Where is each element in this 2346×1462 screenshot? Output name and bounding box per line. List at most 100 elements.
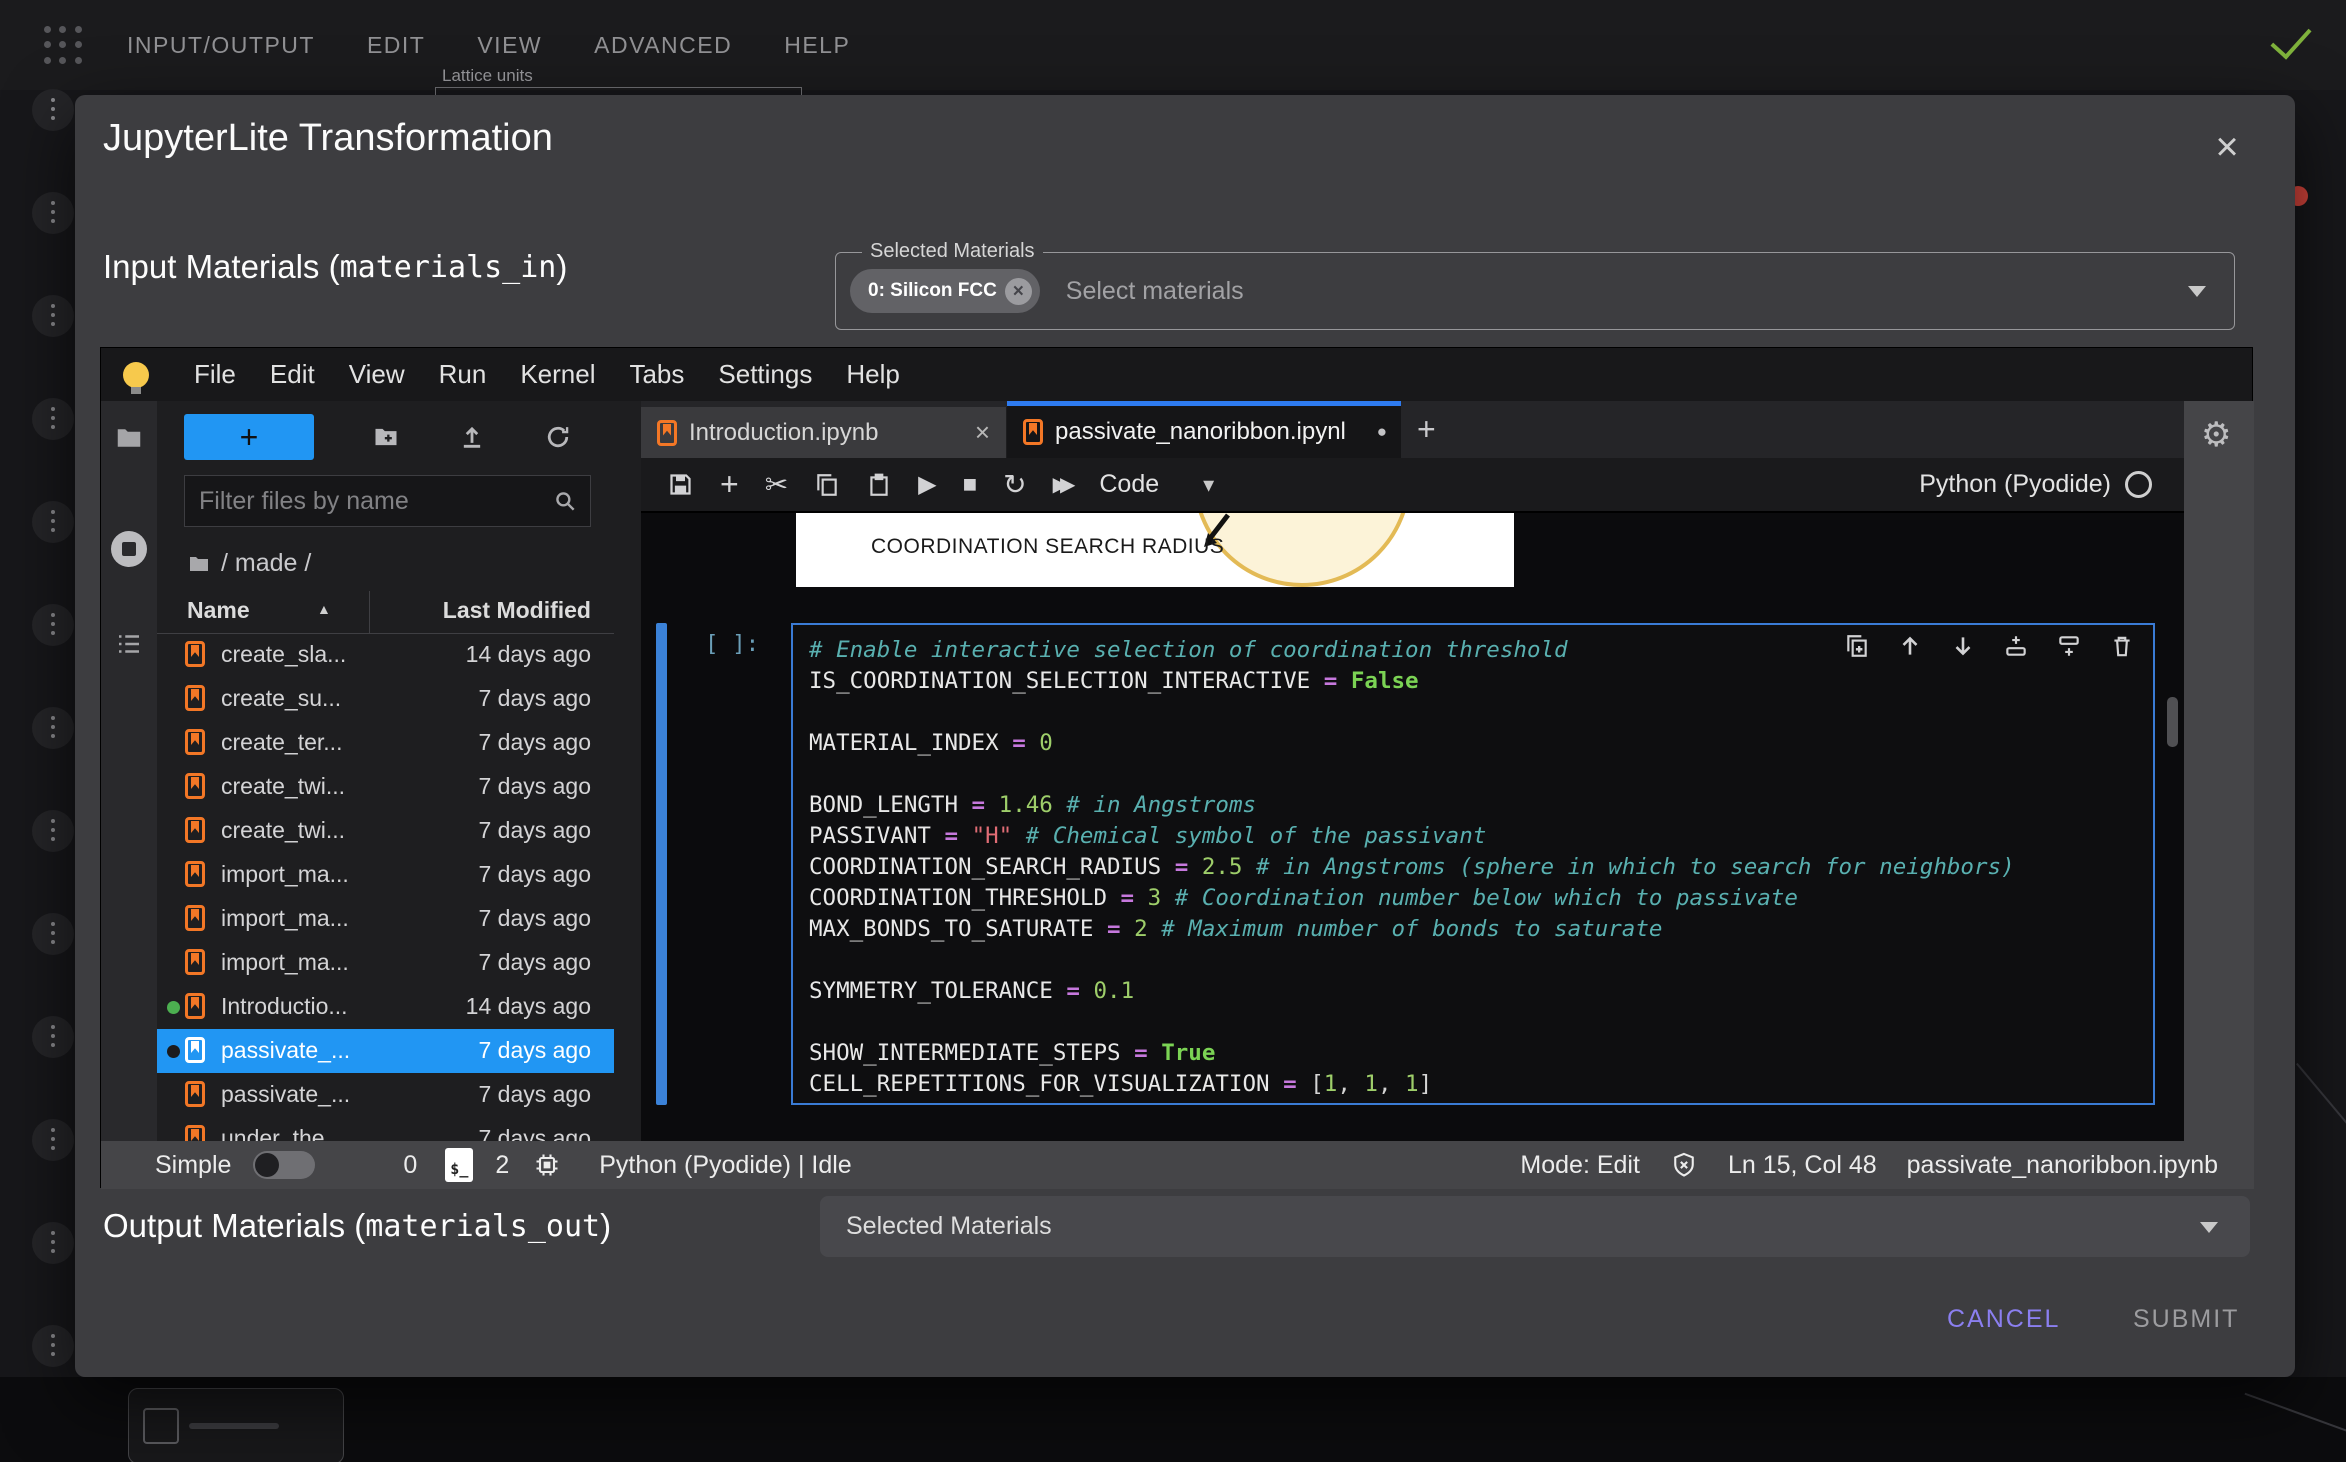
background-node-more-icon[interactable] [32, 501, 74, 543]
cell-collapser[interactable] [656, 623, 667, 1105]
table-of-contents-tab-icon[interactable] [114, 629, 144, 659]
filter-files-input[interactable] [185, 487, 552, 516]
simple-mode-toggle[interactable] [253, 1151, 315, 1179]
jupyter-menu-file[interactable]: File [177, 359, 253, 390]
jupyter-menu-help[interactable]: Help [829, 359, 916, 390]
file-list-item[interactable]: import_ma... 7 days ago [157, 897, 614, 941]
upload-icon[interactable] [458, 423, 486, 451]
file-list-item[interactable]: import_ma... 7 days ago [157, 853, 614, 897]
breadcrumb[interactable]: / made / [187, 549, 311, 578]
insert-cell-above-icon[interactable] [2003, 633, 2029, 659]
background-node-more-icon[interactable] [32, 192, 74, 234]
file-list-item[interactable]: passivate_... 7 days ago [157, 1029, 614, 1073]
jupyter-menu-kernel[interactable]: Kernel [503, 359, 612, 390]
notebook-file-icon [185, 905, 205, 931]
column-name[interactable]: Name [187, 597, 250, 624]
file-list-item[interactable]: passivate_... 7 days ago [157, 1073, 614, 1117]
top-menu-advanced[interactable]: ADVANCED [594, 32, 732, 59]
file-list-item[interactable]: create_twi... 7 days ago [157, 765, 614, 809]
new-launcher-button[interactable]: + [184, 414, 314, 460]
background-node-more-icon[interactable] [32, 913, 74, 955]
cursor-position[interactable]: Ln 15, Col 48 [1728, 1151, 1877, 1180]
running-kernels-tab-icon[interactable] [111, 531, 147, 567]
save-icon[interactable] [667, 470, 694, 500]
restart-run-all-icon[interactable]: ▶▶ [1053, 470, 1068, 500]
cell-type-dropdown[interactable]: Code [1099, 470, 1159, 499]
background-node-more-icon[interactable] [32, 398, 74, 440]
top-menu-view[interactable]: VIEW [477, 32, 542, 59]
tab-introduction[interactable]: Introduction.ipynb × [641, 407, 1007, 458]
file-list-item[interactable]: create_sla... 14 days ago [157, 633, 614, 677]
file-modified: 7 days ago [478, 861, 591, 888]
gear-icon[interactable]: ⚙ [2201, 415, 2231, 455]
background-node-more-icon[interactable] [32, 604, 74, 646]
app-grid-logo-icon[interactable] [44, 26, 84, 66]
column-last-modified[interactable]: Last Modified [443, 597, 591, 624]
chevron-down-icon[interactable] [2188, 286, 2206, 297]
background-node-more-icon[interactable] [32, 89, 74, 131]
background-node-more-icon[interactable] [32, 707, 74, 749]
mode-indicator[interactable]: Mode: Edit [1520, 1151, 1640, 1180]
refresh-icon[interactable] [544, 423, 572, 451]
file-name: passivate_... [221, 1081, 350, 1108]
insert-cell-below-icon[interactable] [2056, 633, 2082, 659]
move-cell-up-icon[interactable] [1897, 633, 1923, 659]
file-list-item[interactable]: under_the... 7 days ago [157, 1117, 614, 1141]
file-list-item[interactable]: import_ma... 7 days ago [157, 941, 614, 985]
kernel-selector[interactable]: Python (Pyodide) [1919, 470, 2152, 499]
selected-materials-select[interactable]: Selected Materials 0: Silicon FCC × Sele… [835, 252, 2235, 330]
shield-x-icon[interactable] [1670, 1151, 1698, 1179]
top-menu-edit[interactable]: EDIT [367, 32, 425, 59]
tab-passivate-nanoribbon[interactable]: passivate_nanoribbon.ipynl ● [1007, 401, 1401, 458]
code-editor[interactable]: # Enable interactive selection of coordi… [791, 623, 2155, 1105]
new-tab-icon[interactable]: + [1417, 411, 1436, 448]
cancel-button[interactable]: CANCEL [1941, 1291, 2066, 1347]
file-browser-tab-icon[interactable] [114, 423, 144, 453]
jupyter-menu-items: FileEditViewRunKernelTabsSettingsHelp [177, 359, 917, 390]
file-list-item[interactable]: create_twi... 7 days ago [157, 809, 614, 853]
background-node-more-icon[interactable] [32, 1119, 74, 1161]
jupyter-menu-edit[interactable]: Edit [253, 359, 332, 390]
jupyter-menu-tabs[interactable]: Tabs [612, 359, 701, 390]
code-line: COORDINATION_SEARCH_RADIUS = 2.5 # in An… [809, 852, 2153, 883]
submit-button[interactable]: SUBMIT [2127, 1291, 2245, 1347]
kernels-count[interactable]: 2 [495, 1151, 509, 1180]
chevron-down-icon[interactable]: ▾ [1203, 472, 1214, 498]
output-materials-label: Output Materials (materials_out) [103, 1196, 611, 1256]
file-list-item[interactable]: create_su... 7 days ago [157, 677, 614, 721]
delete-cell-icon[interactable] [2109, 633, 2135, 659]
background-node-more-icon[interactable] [32, 810, 74, 852]
material-chip[interactable]: 0: Silicon FCC × [850, 269, 1040, 313]
kernel-status-text[interactable]: Python (Pyodide) | Idle [599, 1151, 851, 1180]
interrupt-kernel-icon[interactable]: ■ [963, 470, 978, 500]
jupyter-menu-view[interactable]: View [332, 359, 422, 390]
jupyter-menu-run[interactable]: Run [422, 359, 504, 390]
duplicate-cell-icon[interactable] [1844, 633, 1870, 659]
close-tab-icon[interactable]: × [975, 417, 990, 448]
notebook-scrollbar[interactable] [2167, 697, 2178, 747]
material-chip-label: 0: Silicon FCC [868, 280, 997, 302]
terminals-count[interactable]: 0 [403, 1151, 417, 1180]
cut-cell-icon[interactable]: ✂ [765, 470, 788, 500]
run-cell-icon[interactable]: ▶ [918, 470, 936, 500]
copy-cell-icon[interactable] [814, 470, 840, 500]
background-node-more-icon[interactable] [32, 1222, 74, 1264]
chip-delete-icon[interactable]: × [1005, 278, 1032, 305]
insert-cell-icon[interactable]: + [720, 470, 739, 500]
jupyter-menu-settings[interactable]: Settings [701, 359, 829, 390]
file-modified: 7 days ago [478, 773, 591, 800]
simple-mode-label: Simple [155, 1151, 231, 1180]
paste-cell-icon[interactable] [866, 470, 892, 500]
background-node-more-icon[interactable] [32, 1325, 74, 1367]
output-materials-dropdown[interactable]: Selected Materials [820, 1196, 2250, 1257]
move-cell-down-icon[interactable] [1950, 633, 1976, 659]
background-node-more-icon[interactable] [32, 295, 74, 337]
file-list-item[interactable]: create_ter... 7 days ago [157, 721, 614, 765]
top-menu-input-output[interactable]: INPUT/OUTPUT [127, 32, 315, 59]
close-icon[interactable]: × [2203, 123, 2251, 171]
top-menu-help[interactable]: HELP [784, 32, 850, 59]
new-folder-icon[interactable] [372, 423, 400, 451]
background-node-more-icon[interactable] [32, 1016, 74, 1058]
file-list-item[interactable]: Introductio... 14 days ago [157, 985, 614, 1029]
restart-kernel-icon[interactable]: ↻ [1003, 470, 1026, 500]
